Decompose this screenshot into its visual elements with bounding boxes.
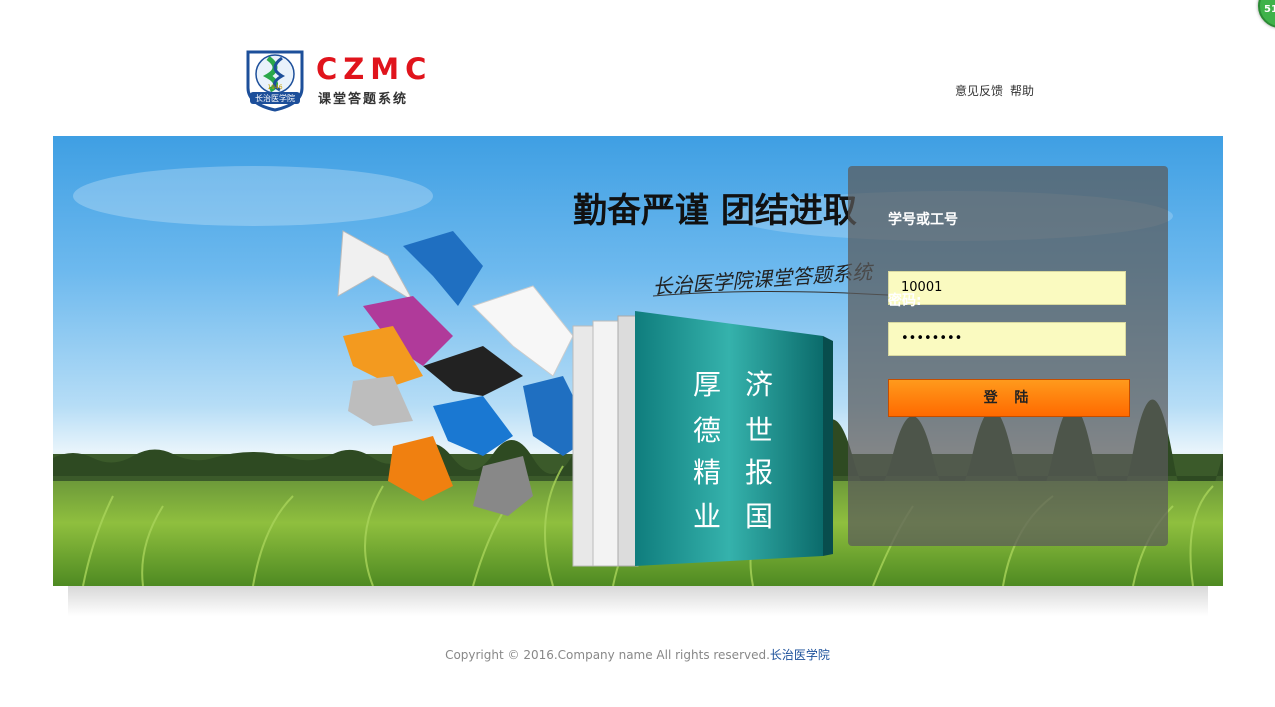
book-char-1: 厚 (693, 368, 721, 401)
book-char-6: 报 (745, 456, 773, 489)
logo[interactable]: 长治医学院 1946 CZMC 课堂答题系统 (244, 48, 426, 112)
password-input[interactable]: •••••••• (888, 322, 1126, 356)
login-button[interactable]: 登 陆 (888, 379, 1130, 417)
brand-text: CZMC (316, 52, 433, 86)
brand-subtitle: 课堂答题系统 (318, 92, 409, 107)
copyright-text: Copyright © 2016.Company name All rights… (445, 648, 770, 662)
id-label: 学号或工号 (888, 212, 958, 228)
book-char-8: 国 (745, 500, 773, 533)
seal-year: 1946 (267, 84, 282, 91)
book-char-4: 世 (745, 414, 773, 447)
book-stack: 厚 济 德 世 精 报 业 国 (572, 311, 833, 567)
seal-text: 长治医学院 (255, 93, 295, 103)
feedback-link[interactable]: 意见反馈 (955, 84, 1003, 98)
password-label: 密码: (888, 293, 922, 309)
help-link[interactable]: 帮助 (1010, 84, 1034, 98)
book-char-2: 济 (745, 368, 773, 401)
id-input[interactable]: 10001 (888, 271, 1126, 305)
login-panel: 学号或工号 10001 密码: •••••••• 登 陆 (848, 166, 1168, 546)
banner-shadow (68, 586, 1208, 616)
book-char-3: 德 (693, 414, 721, 447)
footer-link[interactable]: 长治医学院 (770, 648, 830, 662)
header: 长治医学院 1946 CZMC 课堂答题系统 意见反馈 帮助 (0, 0, 1275, 136)
book-char-7: 业 (693, 500, 721, 533)
book-char-5: 精 (693, 456, 721, 489)
banner-slogan: 勤奋严谨 团结进取 (573, 191, 857, 231)
banner: 勤奋严谨 团结进取 长治医学院课堂答题系统 厚 济 德 世 精 报 业 国 学号… (53, 136, 1223, 586)
seal-icon: 长治医学院 1946 (246, 50, 304, 112)
top-links: 意见反馈 帮助 (955, 82, 1041, 99)
footer: Copyright © 2016.Company name All rights… (0, 646, 1275, 663)
